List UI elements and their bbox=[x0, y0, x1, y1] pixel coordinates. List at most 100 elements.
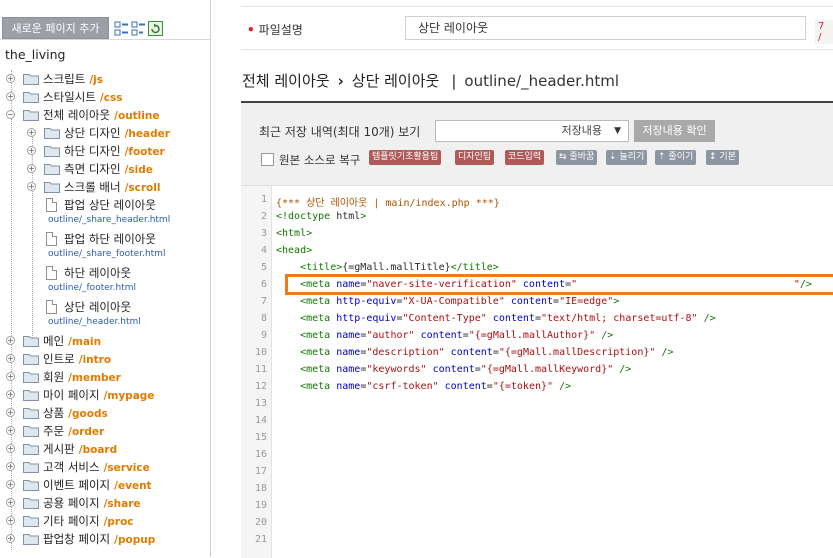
expand-toggle-icon[interactable]: + bbox=[6, 426, 15, 435]
expand-toggle-icon[interactable]: + bbox=[27, 182, 36, 191]
description-input[interactable]: 상단 레이아웃 bbox=[405, 16, 806, 40]
line-number: 8 bbox=[260, 313, 267, 324]
expand-toggle-icon[interactable]: + bbox=[6, 408, 15, 417]
tree-item[interactable]: 고객 서비스/service bbox=[43, 458, 150, 476]
code-editor[interactable]: 1 2 3 4 5 6 7 8 9 10 11 12 13 14 15 16 17 18 19 20 21 {*** 상… bbox=[241, 185, 833, 558]
tree-item[interactable]: 공용 페이지/share bbox=[43, 494, 141, 512]
tree-item-label: 메인 bbox=[43, 334, 65, 348]
wrap-button[interactable]: ⇆ 줄바꿈 bbox=[556, 150, 598, 165]
tree-item[interactable]: 하단 디자인/footer bbox=[64, 142, 165, 160]
code-line[interactable]: <meta name="description" content="{=gMal… bbox=[276, 347, 673, 358]
add-page-button[interactable]: 새로운 페이지 추가 bbox=[2, 17, 109, 39]
tree-item[interactable]: 측면 디자인/side bbox=[64, 160, 153, 178]
expand-toggle-icon[interactable]: + bbox=[6, 336, 15, 345]
line-number: 19 bbox=[254, 500, 267, 511]
code-line[interactable]: <meta name="keywords" content="{=gMall.m… bbox=[276, 364, 631, 375]
code-line[interactable]: <meta name="author" content="{=gMall.mal… bbox=[276, 330, 613, 341]
collapse-all-icon[interactable] bbox=[131, 21, 146, 36]
code-input-button[interactable]: 코드입력 bbox=[505, 150, 545, 165]
default-size-button[interactable]: ↕ 기본 bbox=[706, 150, 739, 165]
tree-item-label: 팝업 하단 레이아웃 bbox=[64, 232, 156, 246]
folder-icon bbox=[23, 390, 39, 401]
line-number: 18 bbox=[254, 483, 267, 494]
code-line[interactable]: {*** 상단 레이아웃 | main/index.php ***} bbox=[276, 194, 500, 209]
tree-item-file-link[interactable]: outline/_share_footer.html bbox=[48, 247, 165, 261]
refresh-icon[interactable] bbox=[148, 21, 163, 36]
restore-source-checkbox[interactable] bbox=[261, 153, 274, 166]
tree-item[interactable]: 마이 페이지/mypage bbox=[43, 386, 154, 404]
expand-all-icon[interactable] bbox=[114, 21, 129, 36]
tree-item[interactable]: 스타일시트/css bbox=[43, 88, 122, 106]
template-tips-button[interactable]: 템플릿기초활용팁 bbox=[369, 150, 442, 165]
expand-toggle-icon[interactable]: + bbox=[6, 354, 15, 363]
history-select[interactable]: 저장내용 ▼ bbox=[435, 120, 629, 142]
tree-item-path: /header bbox=[124, 128, 170, 140]
description-label: • 파일설명 bbox=[247, 23, 303, 37]
line-number: 14 bbox=[254, 415, 267, 426]
expand-toggle-icon[interactable]: + bbox=[6, 534, 15, 543]
tree-item[interactable]: 팝업창 페이지/popup bbox=[43, 530, 155, 548]
expand-toggle-icon[interactable]: + bbox=[27, 146, 36, 155]
tree-item[interactable]: 팝업 하단 레이아웃 bbox=[64, 230, 156, 248]
expand-button[interactable]: ⇣ 늘리기 bbox=[606, 150, 648, 165]
design-tips-button[interactable]: 디자인팁 bbox=[455, 150, 495, 165]
expand-toggle-icon[interactable]: + bbox=[6, 390, 15, 399]
tree-item-file-link[interactable]: outline/_footer.html bbox=[48, 281, 136, 295]
expand-toggle-icon[interactable]: + bbox=[6, 372, 15, 381]
tree-item[interactable]: 상단 디자인/header bbox=[64, 124, 170, 142]
code-line[interactable]: <meta http-equiv="X-UA-Compatible" conte… bbox=[276, 296, 619, 307]
line-number: 4 bbox=[260, 245, 267, 256]
code-line[interactable]: <html> bbox=[276, 228, 312, 239]
tree-item-label: 상단 레이아웃 bbox=[64, 300, 132, 314]
code-line[interactable]: <meta name="csrf-token" content="{=token… bbox=[276, 381, 571, 392]
expand-toggle-icon[interactable]: + bbox=[6, 92, 15, 101]
breadcrumb-root: 전체 레이아웃 bbox=[242, 72, 330, 90]
tree-item-label: 스크롤 배너 bbox=[64, 180, 121, 194]
site-root-label[interactable]: the_living bbox=[5, 47, 65, 62]
tree-item-label: 고객 서비스 bbox=[43, 460, 100, 474]
tree-item[interactable]: 게시판/board bbox=[43, 440, 117, 458]
tree-item-label: 주문 bbox=[43, 424, 65, 438]
tree-item-file-link[interactable]: outline/_header.html bbox=[48, 315, 141, 329]
code-line[interactable]: <!doctype html> bbox=[276, 211, 366, 222]
tree-item-path: /share bbox=[103, 498, 141, 510]
tree-item[interactable]: 스크롤 배너/scroll bbox=[64, 178, 160, 196]
tree-item[interactable]: 상단 레이아웃 bbox=[64, 298, 131, 316]
expand-toggle-icon[interactable]: + bbox=[6, 444, 15, 453]
tree-item[interactable]: 인트로/intro bbox=[43, 350, 111, 368]
tree-item[interactable]: 주문/order bbox=[43, 422, 104, 440]
expand-toggle-icon[interactable]: + bbox=[6, 516, 15, 525]
code-line[interactable]: <title>{=gMall.mallTitle}</title> bbox=[276, 262, 499, 273]
tree-item[interactable]: 기타 페이지/proc bbox=[43, 512, 134, 530]
breadcrumb-file: outline/_header.html bbox=[464, 72, 619, 90]
code-line[interactable]: <head> bbox=[276, 245, 312, 256]
tree-item-path: /css bbox=[99, 92, 123, 104]
collapse-toggle-icon[interactable]: − bbox=[6, 110, 15, 119]
tree-item[interactable]: 하단 레이아웃 bbox=[64, 264, 131, 282]
expand-toggle-icon[interactable]: + bbox=[6, 480, 15, 489]
tree-item[interactable]: 회원/member bbox=[43, 368, 121, 386]
tree-item-label: 팝업 상단 레이아웃 bbox=[64, 198, 156, 212]
dropdown-arrow-icon: ▼ bbox=[614, 126, 621, 136]
expand-toggle-icon[interactable]: + bbox=[6, 498, 15, 507]
shrink-button[interactable]: ⇡ 줄이기 bbox=[655, 150, 697, 165]
tree-item-label: 하단 디자인 bbox=[64, 144, 121, 158]
expand-toggle-icon[interactable]: + bbox=[27, 164, 36, 173]
resize-icon: ↕ bbox=[709, 152, 717, 162]
expand-toggle-icon[interactable]: + bbox=[6, 462, 15, 471]
code-line[interactable]: <meta http-equiv="Content-Type" content=… bbox=[276, 313, 716, 324]
folder-icon bbox=[23, 74, 39, 85]
tree-item[interactable]: 전체 레이아웃/outline bbox=[43, 106, 159, 124]
tree-item-file-link[interactable]: outline/_share_header.html bbox=[48, 213, 170, 227]
wrap-icon: ⇆ bbox=[559, 152, 567, 162]
history-confirm-button[interactable]: 저장내용 확인 bbox=[634, 120, 715, 142]
tree-item[interactable]: 메인/main bbox=[43, 332, 101, 350]
expand-toggle-icon[interactable]: + bbox=[27, 128, 36, 137]
folder-icon bbox=[44, 146, 60, 157]
tree-item[interactable]: 스크립트/js bbox=[43, 70, 103, 88]
tree-item[interactable]: 이벤트 페이지/event bbox=[43, 476, 152, 494]
expand-toggle-icon[interactable]: + bbox=[6, 74, 15, 83]
file-icon bbox=[46, 232, 57, 246]
tree-item[interactable]: 상품/goods bbox=[43, 404, 108, 422]
tree-item[interactable]: 팝업 상단 레이아웃 bbox=[64, 196, 156, 214]
